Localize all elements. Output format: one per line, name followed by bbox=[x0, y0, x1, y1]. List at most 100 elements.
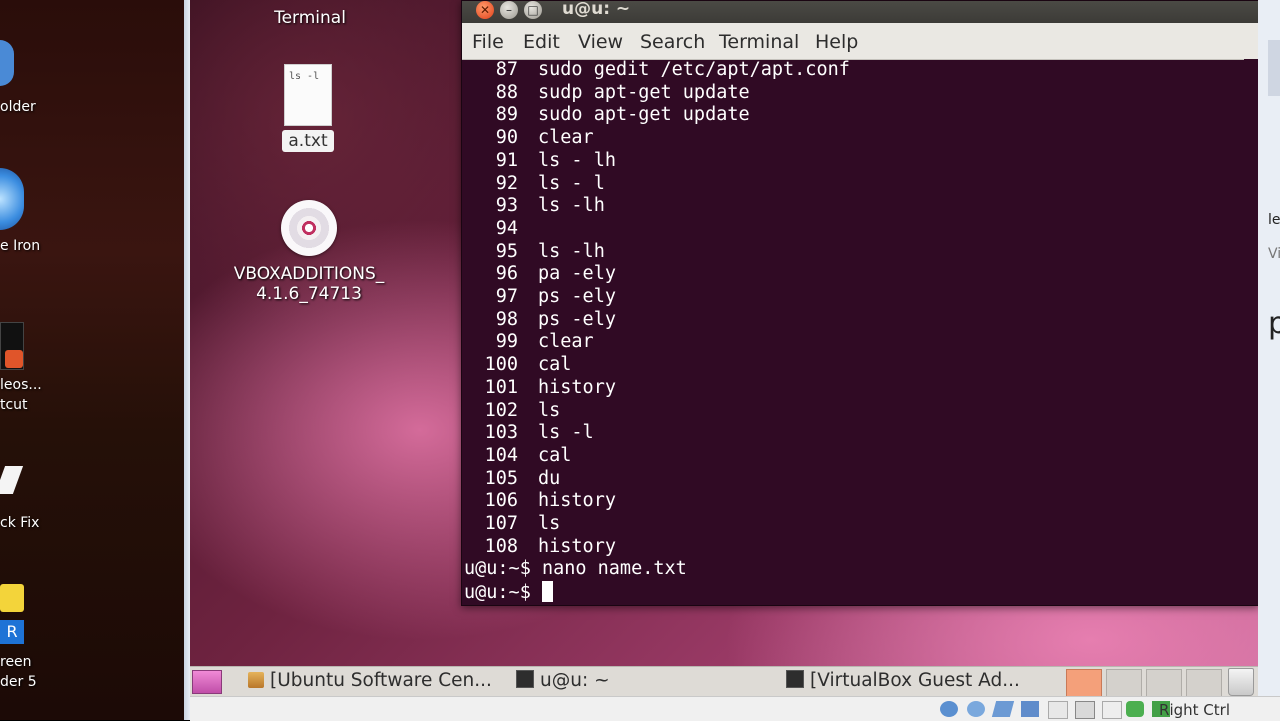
history-number: 96 bbox=[495, 263, 518, 285]
show-desktop-icon[interactable] bbox=[192, 670, 222, 694]
terminal-menubar: File Edit View Search Terminal Help bbox=[462, 23, 1258, 60]
minimize-icon[interactable]: – bbox=[500, 1, 518, 19]
history-line: 108 history bbox=[464, 536, 616, 558]
task-ubuntu-software-center[interactable]: [Ubuntu Software Cen... bbox=[248, 670, 492, 694]
history-command: pa -ely bbox=[538, 263, 616, 285]
history-number: 90 bbox=[495, 127, 518, 149]
menu-search[interactable]: Search bbox=[640, 31, 705, 53]
history-line: 100 cal bbox=[464, 354, 572, 376]
trash-icon[interactable] bbox=[1228, 668, 1254, 696]
host-icon-label[interactable]: e Iron bbox=[0, 238, 40, 254]
host-icon-label[interactable]: ck Fix bbox=[0, 515, 39, 531]
desktop-icon-label: Terminal bbox=[274, 8, 346, 28]
host-icon-label[interactable]: older bbox=[0, 99, 36, 115]
capture-icon[interactable] bbox=[1075, 701, 1095, 719]
desktop-cd-vboxadditions[interactable]: VBOXADDITIONS_ 4.1.6_74713 bbox=[214, 200, 404, 304]
history-command: ls bbox=[538, 513, 561, 534]
file-preview-text: ls -l bbox=[289, 71, 320, 82]
history-number: 104 bbox=[484, 444, 518, 466]
history-command: sudp apt-get update bbox=[538, 81, 750, 103]
history-number: 103 bbox=[484, 422, 518, 444]
history-line: 90 clear bbox=[464, 127, 594, 149]
history-line: 99 clear bbox=[464, 331, 594, 353]
shared-folders-icon[interactable] bbox=[1048, 701, 1068, 719]
menu-edit[interactable]: Edit bbox=[523, 31, 560, 53]
history-command: sudo apt-get update bbox=[538, 104, 750, 126]
workspace-1-icon[interactable] bbox=[1066, 669, 1102, 697]
history-command: ls -l bbox=[538, 422, 594, 444]
shell-prompt: u@u:~$ bbox=[464, 558, 531, 579]
menu-help[interactable]: Help bbox=[815, 31, 858, 53]
history-line: 94 bbox=[464, 218, 538, 240]
workspace-2-icon[interactable] bbox=[1106, 669, 1142, 697]
history-line: 91 ls - lh bbox=[464, 150, 616, 172]
history-number: 100 bbox=[484, 354, 518, 376]
history-command: ps -ely bbox=[538, 308, 616, 330]
history-line: 93 ls -lh bbox=[464, 195, 605, 217]
history-number: 101 bbox=[484, 376, 518, 398]
history-number: 95 bbox=[495, 240, 518, 262]
shell-prompt: u@u:~$ bbox=[464, 582, 531, 603]
terminal-scrollbar[interactable] bbox=[1244, 59, 1258, 605]
menu-view[interactable]: View bbox=[578, 31, 623, 53]
history-number: 106 bbox=[484, 490, 518, 512]
host-desktop: older e Iron leos... tcut ck Fix R reen … bbox=[0, 0, 184, 720]
terminal-window[interactable]: ✕ – □ u@u: ~ File Edit View Search Termi… bbox=[461, 0, 1259, 606]
optical-drive-icon[interactable] bbox=[967, 701, 985, 717]
host-key-label: Right Ctrl bbox=[1159, 701, 1230, 719]
host-icon-label[interactable]: reen bbox=[0, 654, 32, 670]
menu-terminal[interactable]: Terminal bbox=[719, 31, 799, 53]
host-icon-label[interactable]: leos... bbox=[0, 377, 42, 393]
host-icon-label[interactable]: tcut bbox=[0, 397, 28, 413]
desktop-icon-label: 4.1.6_74713 bbox=[256, 284, 362, 304]
desktop-icon-label: a.txt bbox=[282, 130, 334, 152]
history-number: 97 bbox=[495, 286, 518, 307]
software-center-icon bbox=[248, 672, 264, 688]
usb-icon[interactable] bbox=[991, 701, 1015, 717]
host-recorder-icon: R bbox=[0, 620, 24, 644]
maximize-icon[interactable]: □ bbox=[524, 1, 542, 19]
history-command: history bbox=[538, 535, 616, 557]
menu-file[interactable]: File bbox=[472, 31, 504, 53]
task-terminal[interactable]: u@u: ~ bbox=[516, 670, 610, 694]
host-icon-label[interactable]: der 5 bbox=[0, 674, 37, 690]
history-command: clear bbox=[538, 127, 594, 149]
history-command: cal bbox=[538, 354, 572, 376]
history-command: history bbox=[538, 376, 616, 398]
history-number: 94 bbox=[495, 217, 518, 239]
history-line: 88 sudp apt-get update bbox=[464, 82, 750, 104]
terminal-icon bbox=[786, 670, 804, 688]
desktop-terminal-shortcut[interactable]: Terminal bbox=[250, 8, 370, 28]
mouse-integration-icon[interactable] bbox=[1126, 701, 1144, 717]
terminal-line: u@u:~$ nano name.txt bbox=[464, 558, 687, 580]
history-number: 102 bbox=[484, 399, 518, 421]
history-number: 108 bbox=[484, 535, 518, 557]
workspace-4-icon[interactable] bbox=[1186, 669, 1222, 697]
hard-disk-icon[interactable] bbox=[940, 701, 958, 717]
task-label: u@u: ~ bbox=[540, 670, 610, 691]
host-fix-icon[interactable] bbox=[0, 466, 24, 494]
task-virtualbox-guest-additions[interactable]: [VirtualBox Guest Ad... bbox=[786, 670, 1020, 694]
terminal-titlebar[interactable]: ✕ – □ u@u: ~ bbox=[462, 0, 1258, 23]
text-cursor bbox=[541, 581, 553, 602]
cd-disc-icon bbox=[281, 200, 337, 256]
host-video-badge-icon bbox=[5, 350, 23, 368]
host-browser-icon[interactable] bbox=[0, 168, 24, 230]
history-line: 103 ls -l bbox=[464, 422, 594, 444]
desktop-file-a-txt[interactable]: ls -l a.txt bbox=[258, 64, 358, 152]
close-icon[interactable]: ✕ bbox=[476, 1, 494, 19]
host-folder-icon[interactable] bbox=[0, 40, 14, 86]
history-command: ls - l bbox=[538, 172, 605, 194]
network-icon[interactable] bbox=[1021, 701, 1039, 717]
history-number: 91 bbox=[495, 149, 518, 171]
terminal-output[interactable]: 87 sudo gedit /etc/apt/apt.conf 88 sudp apt… bbox=[462, 59, 1244, 605]
host-window-fragment: Vi bbox=[1268, 246, 1280, 262]
history-command: ps -ely bbox=[538, 286, 616, 307]
terminal-input-line[interactable]: u@u:~$ bbox=[464, 581, 553, 603]
history-number: 89 bbox=[495, 104, 518, 126]
history-number: 107 bbox=[484, 513, 518, 534]
history-line: 89 sudo apt-get update bbox=[464, 104, 750, 126]
workspace-3-icon[interactable] bbox=[1146, 669, 1182, 697]
host-folder-yellow-icon[interactable] bbox=[0, 584, 24, 612]
display-icon[interactable] bbox=[1102, 701, 1122, 719]
